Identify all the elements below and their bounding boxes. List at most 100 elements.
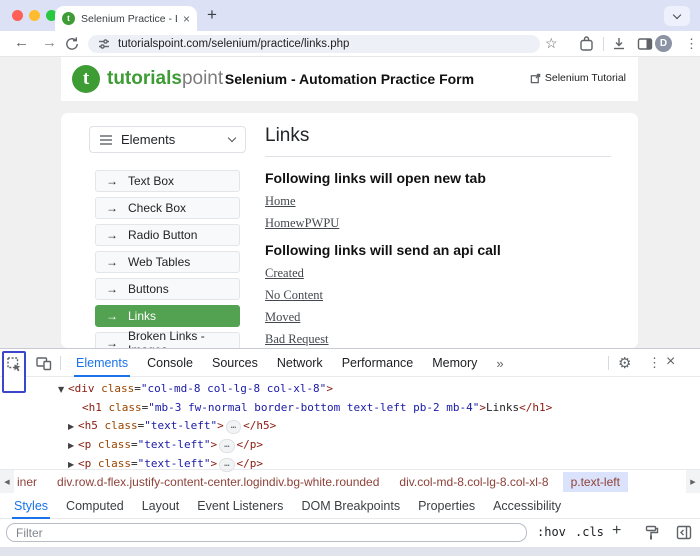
tab-close-icon[interactable]: × — [183, 13, 190, 25]
url-bar[interactable]: tutorialspoint.com/selenium/practice/lin… — [88, 35, 540, 53]
menu-header[interactable]: Elements — [89, 126, 246, 153]
tab-dom-breakpoints[interactable]: DOM Breakpoints — [301, 493, 400, 519]
bookmark-star-icon[interactable]: ☆ — [545, 35, 558, 52]
link-no-content[interactable]: No Content — [265, 289, 611, 302]
code-token: <h5 — [78, 419, 98, 432]
expand-arrow-icon[interactable]: ▼ — [58, 381, 68, 399]
external-link-icon — [530, 73, 541, 84]
sidebar-item-buttons[interactable]: → Buttons — [95, 278, 240, 300]
ellipsis-expand-icon[interactable]: … — [226, 420, 241, 434]
arrow-right-icon: → — [106, 336, 118, 348]
crumb-prev-icon[interactable]: ◀ — [0, 470, 14, 494]
filter-input[interactable] — [6, 523, 527, 542]
arrow-right-icon: → — [106, 174, 118, 188]
profile-avatar[interactable]: D — [655, 35, 672, 52]
tab-layout[interactable]: Layout — [142, 493, 180, 519]
device-toolbar-icon[interactable] — [36, 355, 52, 371]
code-line[interactable]: <h1 class="mb-3 fw-normal border-bottom … — [0, 399, 700, 417]
tab-sources[interactable]: Sources — [212, 349, 258, 377]
sidebar-item-text-box[interactable]: →Text Box — [95, 170, 240, 192]
code-token: </h5> — [243, 419, 276, 432]
expand-arrow-icon[interactable]: ▶ — [68, 437, 78, 455]
inspect-element-button[interactable] — [2, 351, 26, 393]
tab-strip: t Selenium Practice - Links × + — [0, 0, 700, 31]
crumb-selected-p[interactable]: p.text-left — [563, 472, 628, 492]
link-homewpwpu[interactable]: HomewPWPU — [265, 217, 611, 230]
code-line[interactable]: ▶<h5 class="text-left">…</h5> — [0, 417, 700, 436]
new-style-rule-icon[interactable]: + — [612, 522, 621, 540]
code-token: <p — [78, 438, 91, 451]
tab-properties[interactable]: Properties — [418, 493, 475, 519]
code-token: = — [134, 382, 141, 395]
code-token: > — [217, 419, 224, 432]
browser-menu-kebab-icon[interactable]: ⋮ — [685, 36, 698, 52]
crumb-col-div[interactable]: div.col-md-8.col-lg-8.col-xl-8 — [399, 475, 548, 489]
extensions-icon[interactable] — [579, 36, 594, 52]
tab-search-button[interactable] — [664, 6, 690, 26]
link-bad-request[interactable]: Bad Request — [265, 333, 611, 346]
tab-computed[interactable]: Computed — [66, 493, 124, 519]
link-created[interactable]: Created — [265, 267, 611, 280]
paint-roller-icon[interactable] — [644, 525, 659, 541]
devtools-toolbar: Elements Console Sources Network Perform… — [0, 349, 700, 377]
sidebar-item-links[interactable]: →Links — [95, 305, 240, 327]
new-tab-button[interactable]: + — [207, 5, 217, 25]
sidebar-item-label: Check Box — [128, 201, 186, 215]
link-home[interactable]: Home — [265, 195, 611, 208]
selenium-tutorial-link[interactable]: Selenium Tutorial — [530, 72, 626, 84]
sidebar-item-web-tables[interactable]: →Web Tables — [95, 251, 240, 273]
expand-arrow-icon[interactable]: ▶ — [68, 418, 78, 436]
more-tabs-icon[interactable]: » — [496, 356, 503, 371]
tab-performance[interactable]: Performance — [342, 349, 414, 377]
code-token: > — [326, 382, 333, 395]
arrow-right-icon: → — [106, 282, 118, 296]
links-content: Links Following links will open new tab … — [265, 125, 611, 348]
download-icon[interactable] — [611, 36, 627, 52]
elements-tree: ▼<div class="col-md-8 col-lg-8 col-xl-8"… — [0, 377, 700, 469]
reload-icon[interactable] — [64, 36, 80, 52]
url-text[interactable]: tutorialspoint.com/selenium/practice/lin… — [118, 38, 349, 50]
code-token: </p> — [237, 438, 264, 451]
settings-gear-icon[interactable]: ⚙ — [618, 354, 631, 372]
crumb-row-div[interactable]: div.row.d-flex.justify-content-center.lo… — [57, 475, 379, 489]
devtools-kebab-icon[interactable]: ⋮ — [648, 355, 661, 371]
hov-toggle[interactable]: :hov — [537, 525, 566, 539]
code-line[interactable]: ▶<p class="text-left">…</p> — [0, 436, 700, 455]
sidebar-item-check-box[interactable]: →Check Box — [95, 197, 240, 219]
tune-icon[interactable] — [98, 38, 110, 50]
tab-memory[interactable]: Memory — [432, 349, 477, 377]
sidebar-item-radio-button[interactable]: →Radio Button — [95, 224, 240, 246]
sidebar-item-broken-links[interactable]: →Broken Links - Images — [95, 332, 240, 348]
crumb-container[interactable]: iner — [17, 475, 37, 489]
tab-network[interactable]: Network — [277, 349, 323, 377]
code-token: Links — [486, 401, 519, 414]
code-token: <div — [68, 382, 95, 395]
tab-styles[interactable]: Styles — [14, 493, 48, 519]
code-token: <h1 — [82, 401, 102, 414]
tab-event-listeners[interactable]: Event Listeners — [197, 493, 283, 519]
back-icon[interactable]: ← — [14, 34, 29, 51]
forward-icon[interactable]: → — [42, 34, 57, 51]
toggle-sidebar-icon[interactable] — [676, 525, 692, 540]
macos-close-icon[interactable] — [12, 10, 23, 21]
crumb-next-icon[interactable]: ▶ — [686, 470, 700, 493]
macos-minimize-icon[interactable] — [29, 10, 40, 21]
site-header: t tutorialspoint Selenium - Automation P… — [61, 57, 638, 101]
cls-toggle[interactable]: .cls — [575, 525, 604, 539]
devtools-close-icon[interactable]: × — [666, 353, 675, 371]
styles-sidebar-tabs: Styles Computed Layout Event Listeners D… — [0, 493, 700, 519]
sidebar-panel-icon[interactable] — [637, 36, 653, 52]
arrow-right-icon: → — [106, 255, 118, 269]
ellipsis-expand-icon[interactable]: … — [219, 439, 234, 453]
code-line[interactable]: ▼<div class="col-md-8 col-lg-8 col-xl-8"… — [0, 380, 700, 399]
code-token: = — [131, 438, 138, 451]
tab-elements[interactable]: Elements — [76, 349, 128, 377]
devtools-divider — [608, 356, 609, 370]
link-moved[interactable]: Moved — [265, 311, 611, 324]
tab-console[interactable]: Console — [147, 349, 193, 377]
devtools-tabs: Elements Console Sources Network Perform… — [76, 349, 504, 377]
browser-tab[interactable]: t Selenium Practice - Links × — [55, 6, 197, 31]
chevron-down-icon — [673, 10, 681, 18]
tab-accessibility[interactable]: Accessibility — [493, 493, 561, 519]
sidebar-item-label: Buttons — [128, 282, 169, 296]
